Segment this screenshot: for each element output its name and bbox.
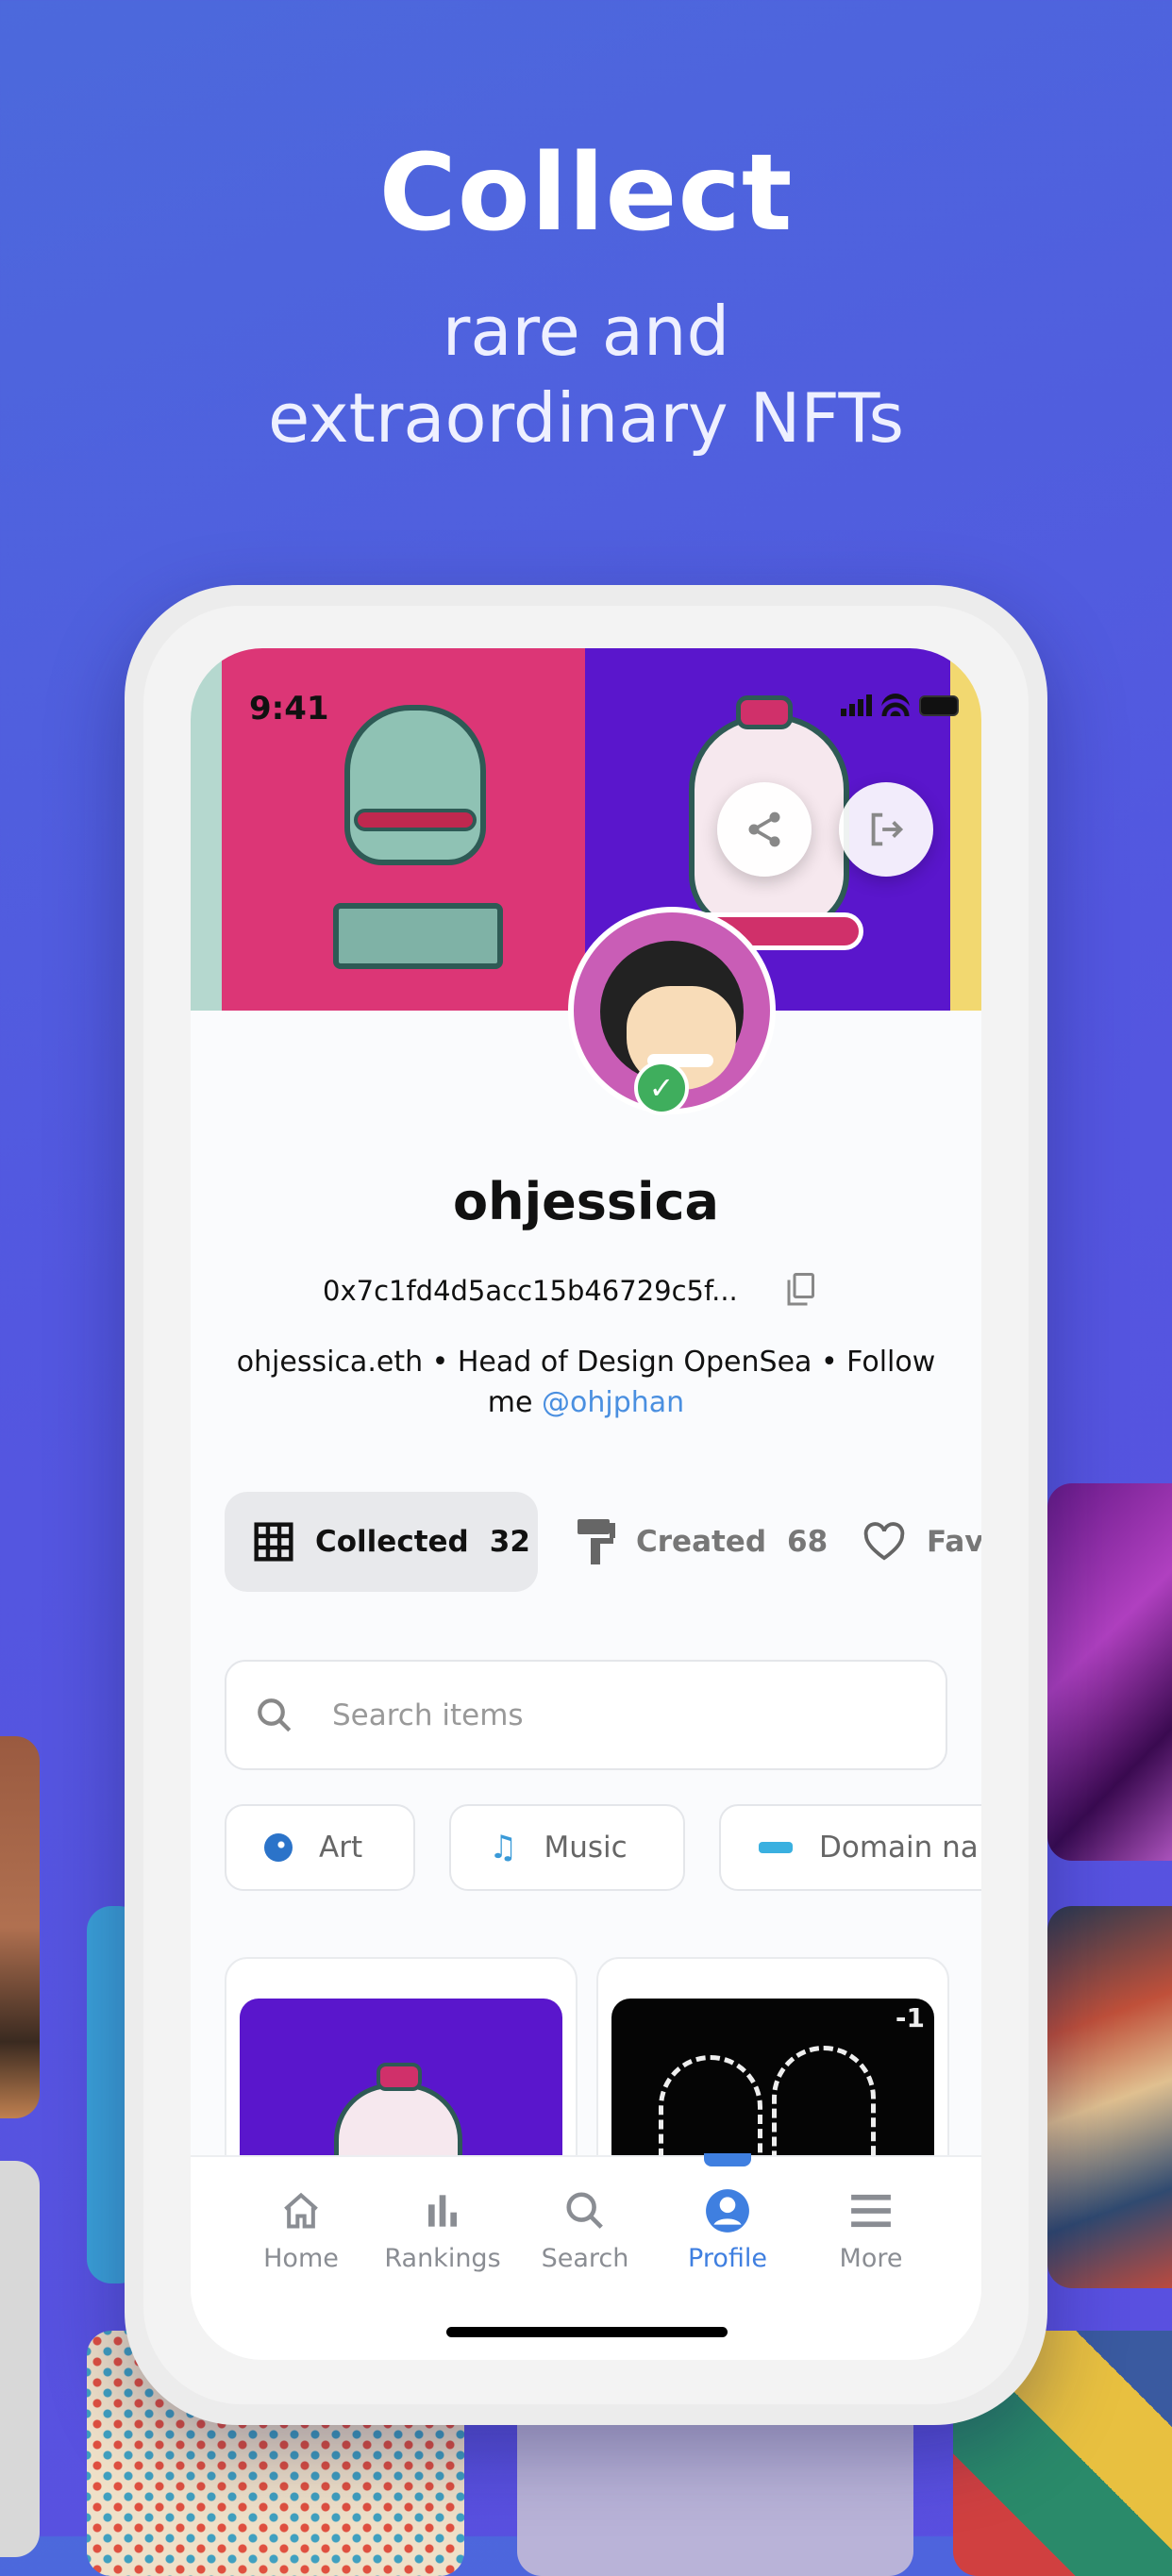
nav-search-label: Search bbox=[541, 2244, 629, 2273]
background-art-gray bbox=[0, 2161, 40, 2557]
wallet-address: 0x7c1fd4d5acc15b46729c5f... bbox=[323, 1275, 738, 1307]
hero-subtitle-line1: rare and bbox=[442, 292, 730, 371]
nav-more[interactable]: More bbox=[800, 2185, 942, 2273]
hero-subtitle-line2: extraordinary NFTs bbox=[267, 378, 905, 458]
nav-rankings-label: Rankings bbox=[384, 2244, 501, 2273]
copy-icon[interactable] bbox=[783, 1271, 817, 1309]
search-input[interactable]: Search items bbox=[225, 1660, 947, 1770]
share-button[interactable] bbox=[717, 782, 812, 877]
grid-icon bbox=[254, 1522, 293, 1562]
nav-rankings[interactable]: Rankings bbox=[372, 2185, 513, 2273]
bar-chart-icon bbox=[428, 2195, 457, 2227]
profile-bio: ohjessica.eth • Head of Design OpenSea •… bbox=[219, 1342, 953, 1423]
signal-icon bbox=[841, 694, 872, 716]
battery-icon bbox=[919, 695, 959, 716]
tab-collected-label: Collected bbox=[315, 1525, 469, 1559]
hero-subtitle: rare and extraordinary NFTs bbox=[0, 288, 1172, 461]
tab-collected[interactable]: Collected 32 bbox=[225, 1492, 538, 1592]
chip-music[interactable]: ♫ Music bbox=[449, 1804, 685, 1891]
tab-created[interactable]: Created 68 bbox=[578, 1492, 828, 1592]
logout-button[interactable] bbox=[839, 782, 933, 877]
background-art-pixel bbox=[0, 1736, 40, 2118]
tab-created-count: 68 bbox=[787, 1525, 829, 1559]
search-icon bbox=[566, 2192, 603, 2229]
paint-roller-icon bbox=[578, 1519, 615, 1564]
domain-icon bbox=[759, 1842, 793, 1853]
share-icon bbox=[748, 811, 780, 847]
tab-collected-count: 32 bbox=[489, 1525, 530, 1559]
nav-profile[interactable]: Profile bbox=[657, 2185, 798, 2273]
search-icon bbox=[258, 1698, 292, 1731]
chip-domain-names[interactable]: Domain na bbox=[719, 1804, 981, 1891]
wifi-icon bbox=[881, 694, 910, 716]
profile-icon bbox=[706, 2189, 749, 2233]
background-art-purple bbox=[1047, 1483, 1172, 1861]
nav-home-label: Home bbox=[263, 2244, 339, 2273]
palette-icon bbox=[264, 1833, 293, 1862]
chip-music-label: Music bbox=[544, 1831, 628, 1865]
chip-art-label: Art bbox=[319, 1831, 363, 1865]
home-indicator bbox=[446, 2327, 728, 2337]
status-icons bbox=[841, 694, 959, 716]
logout-icon bbox=[871, 812, 904, 846]
tab-created-label: Created bbox=[636, 1525, 767, 1559]
nft-corner-text: -1 bbox=[895, 2002, 925, 2033]
home-icon bbox=[284, 2192, 318, 2229]
bottom-nav: Home Rankings Search Profile More bbox=[191, 2153, 981, 2360]
status-time: 9:41 bbox=[249, 690, 329, 728]
music-icon: ♫ bbox=[489, 1829, 518, 1866]
hero-title: Collect bbox=[378, 132, 794, 255]
background-art-portrait bbox=[1047, 1906, 1172, 2288]
chip-art[interactable]: Art bbox=[225, 1804, 415, 1891]
twitter-handle-link[interactable]: @ohjphan bbox=[542, 1386, 684, 1419]
heart-icon bbox=[863, 1522, 905, 1561]
nav-home[interactable]: Home bbox=[230, 2185, 372, 2273]
app-screen: 9:41 ✓ ohjessica 0x7c1fd4d5acc15b46729c5… bbox=[191, 648, 981, 2360]
username: ohjessica bbox=[453, 1172, 719, 1231]
active-tab-indicator bbox=[704, 2153, 751, 2166]
tab-favorited[interactable]: Fav bbox=[862, 1492, 981, 1592]
search-placeholder: Search items bbox=[332, 1698, 524, 1732]
nav-profile-label: Profile bbox=[688, 2244, 767, 2273]
chip-domain-label: Domain na bbox=[819, 1831, 979, 1865]
tab-favorited-label: Fav bbox=[927, 1525, 981, 1559]
menu-icon bbox=[851, 2194, 891, 2228]
nav-search[interactable]: Search bbox=[514, 2185, 656, 2273]
verified-badge: ✓ bbox=[634, 1061, 689, 1115]
nav-more-label: More bbox=[839, 2244, 903, 2273]
